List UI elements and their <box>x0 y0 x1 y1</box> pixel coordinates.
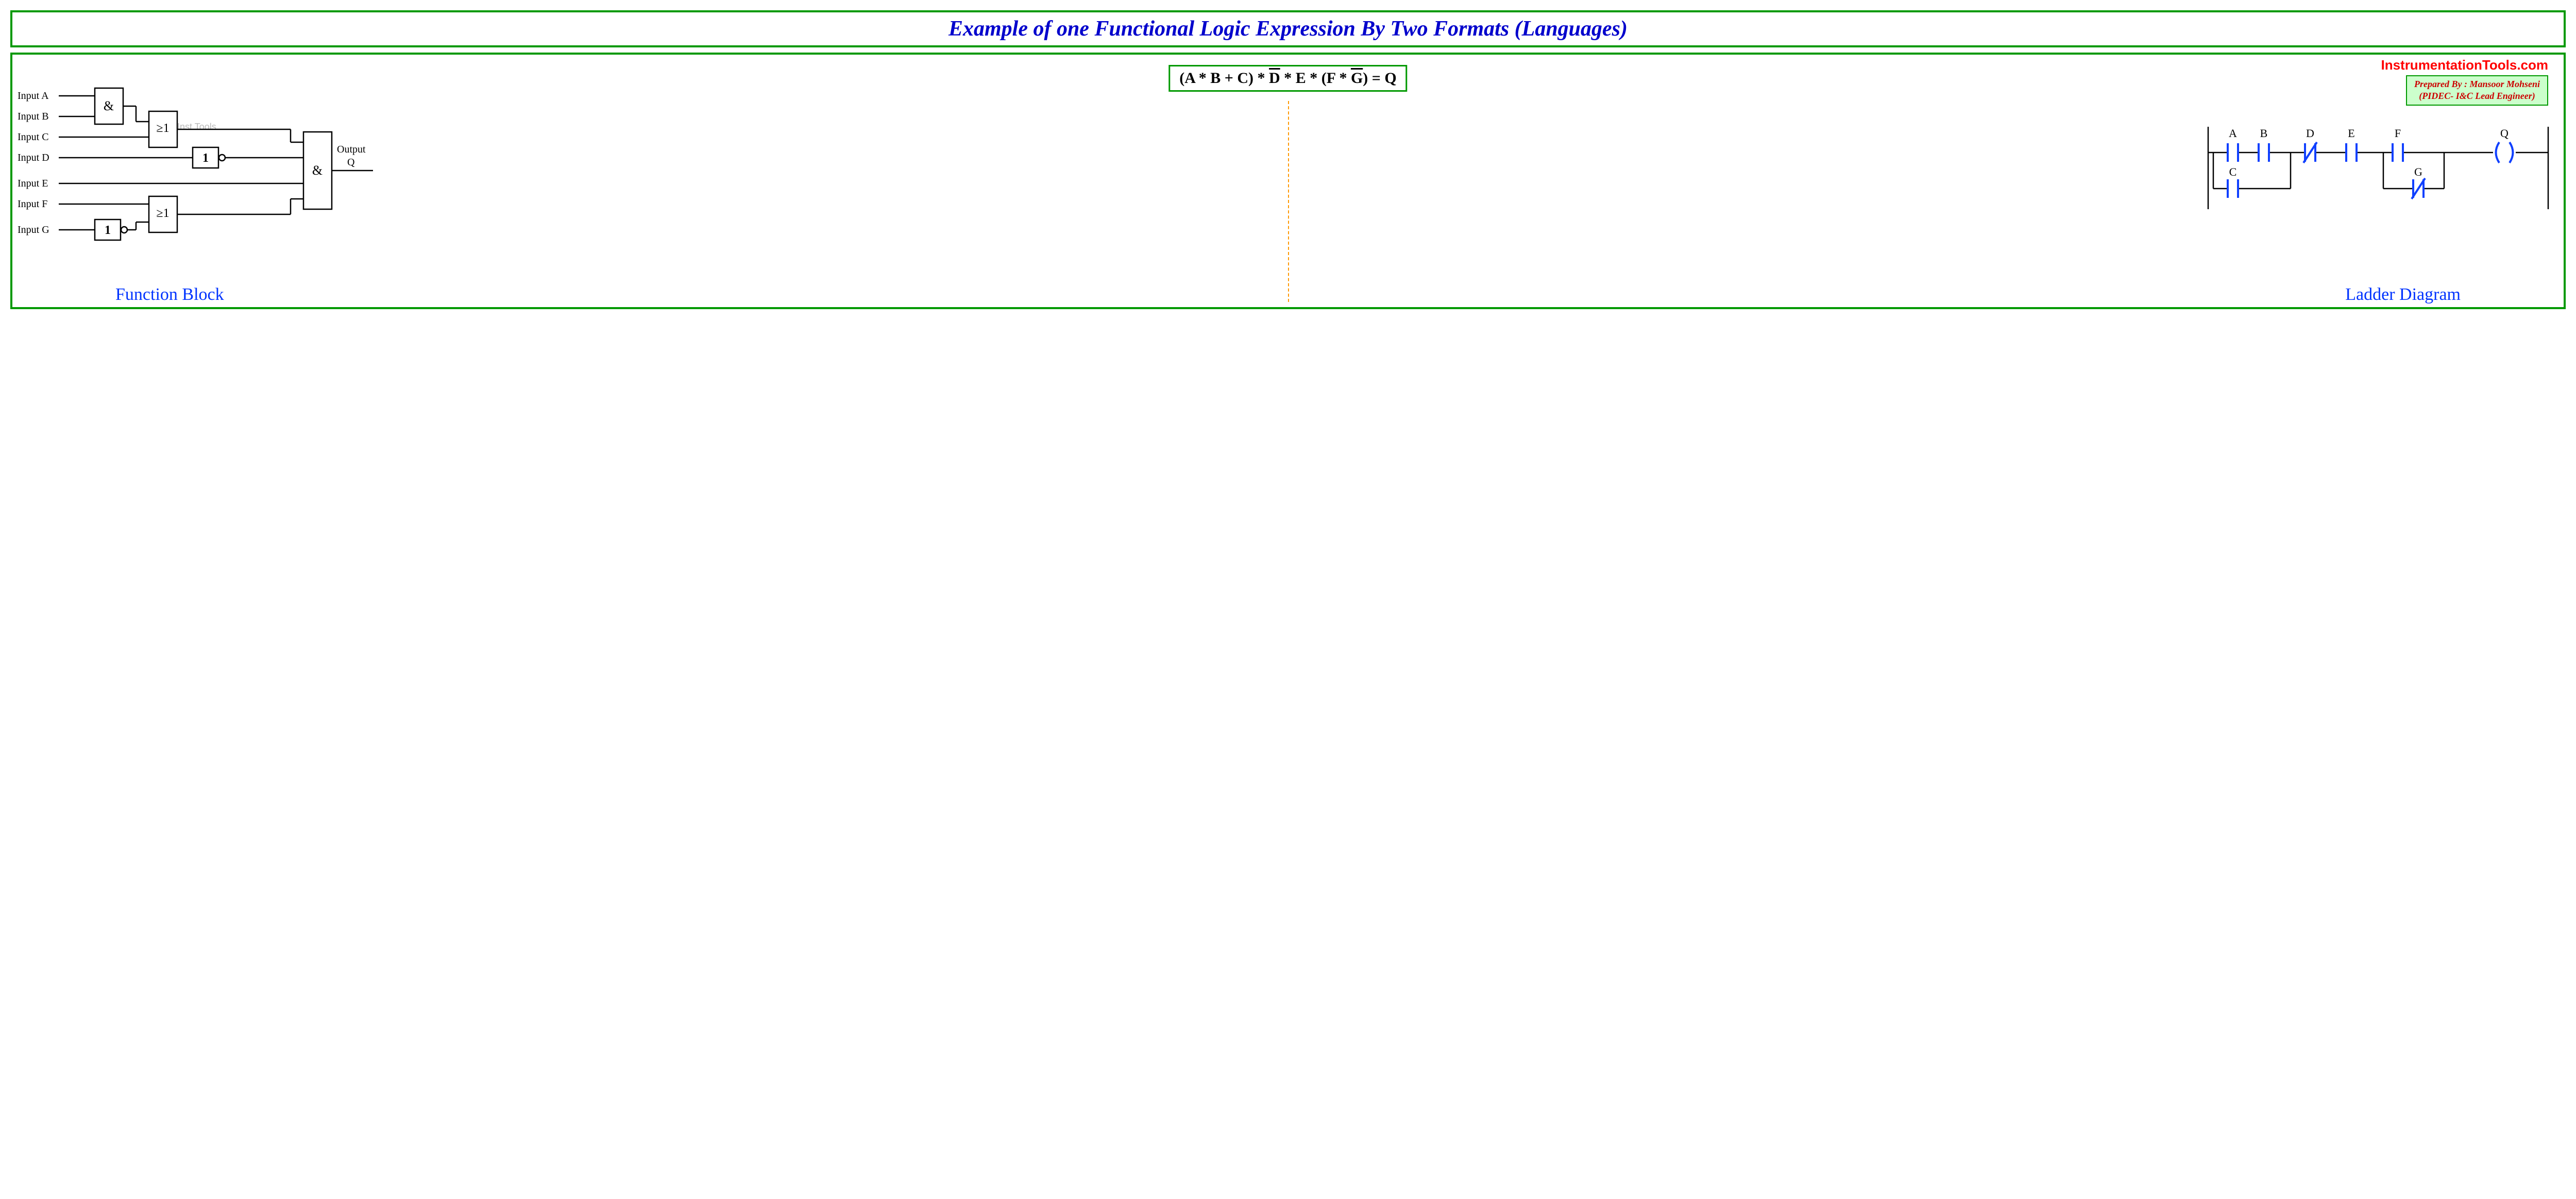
expr-dbar: D <box>1269 70 1280 87</box>
function-block-svg: & ≥1 1 ≥1 1 & Input A Input B Input C In… <box>12 80 383 266</box>
output-label2: Q <box>347 157 355 168</box>
input-a-label: Input A <box>18 90 49 102</box>
title-bar: Example of one Functional Logic Expressi… <box>10 10 2566 47</box>
site-link: InstrumentationTools.com <box>2381 57 2548 73</box>
input-c-label: Input C <box>18 131 49 143</box>
input-b-label: Input B <box>18 111 49 122</box>
expr-prefix: (A * B + C) * <box>1179 70 1269 87</box>
ladder-c: C <box>2229 165 2237 178</box>
expression-box: (A * B + C) * D * E * (F * G) = Q <box>1168 65 1407 92</box>
gate-not2-label: 1 <box>105 224 111 237</box>
ladder-f: F <box>2395 127 2401 140</box>
input-e-label: Input E <box>18 178 48 189</box>
ladder-e: E <box>2348 127 2354 140</box>
page-title: Example of one Functional Logic Expressi… <box>23 16 2553 41</box>
expr-mid: * E * (F * <box>1280 70 1351 87</box>
ladder-a: A <box>2229 127 2237 140</box>
ladder-b: B <box>2260 127 2268 140</box>
ladder-q: Q <box>2500 127 2509 140</box>
gate-or1-label: ≥1 <box>156 122 169 135</box>
expr-suffix: ) = Q <box>1363 70 1396 87</box>
input-d-label: Input D <box>18 152 49 163</box>
credit-line2: (PIDEC- I&C Lead Engineer) <box>2414 90 2540 102</box>
input-f-label: Input F <box>18 198 47 210</box>
credit-line1: Prepared By : Mansoor Mohseni <box>2414 78 2540 90</box>
caption-right: Ladder Diagram <box>2345 285 2461 305</box>
gate-and1-label: & <box>104 98 114 113</box>
gate-not1-label: 1 <box>202 151 209 165</box>
ladder-d: D <box>2306 127 2314 140</box>
vertical-divider <box>1288 101 1289 302</box>
caption-left: Function Block <box>115 285 224 305</box>
output-label1: Output <box>337 144 366 155</box>
credit-box: Prepared By : Mansoor Mohseni (PIDEC- I&… <box>2406 75 2548 106</box>
gate-or2-label: ≥1 <box>156 207 169 220</box>
expr-gbar: G <box>1351 70 1363 87</box>
diagram-panel: (A * B + C) * D * E * (F * G) = Q Instru… <box>10 53 2566 309</box>
ladder-g: G <box>2414 165 2422 178</box>
input-g-label: Input G <box>18 224 49 235</box>
gate-andfinal-label: & <box>312 163 323 178</box>
ladder-svg: A B C D E F G Q <box>2198 116 2558 250</box>
